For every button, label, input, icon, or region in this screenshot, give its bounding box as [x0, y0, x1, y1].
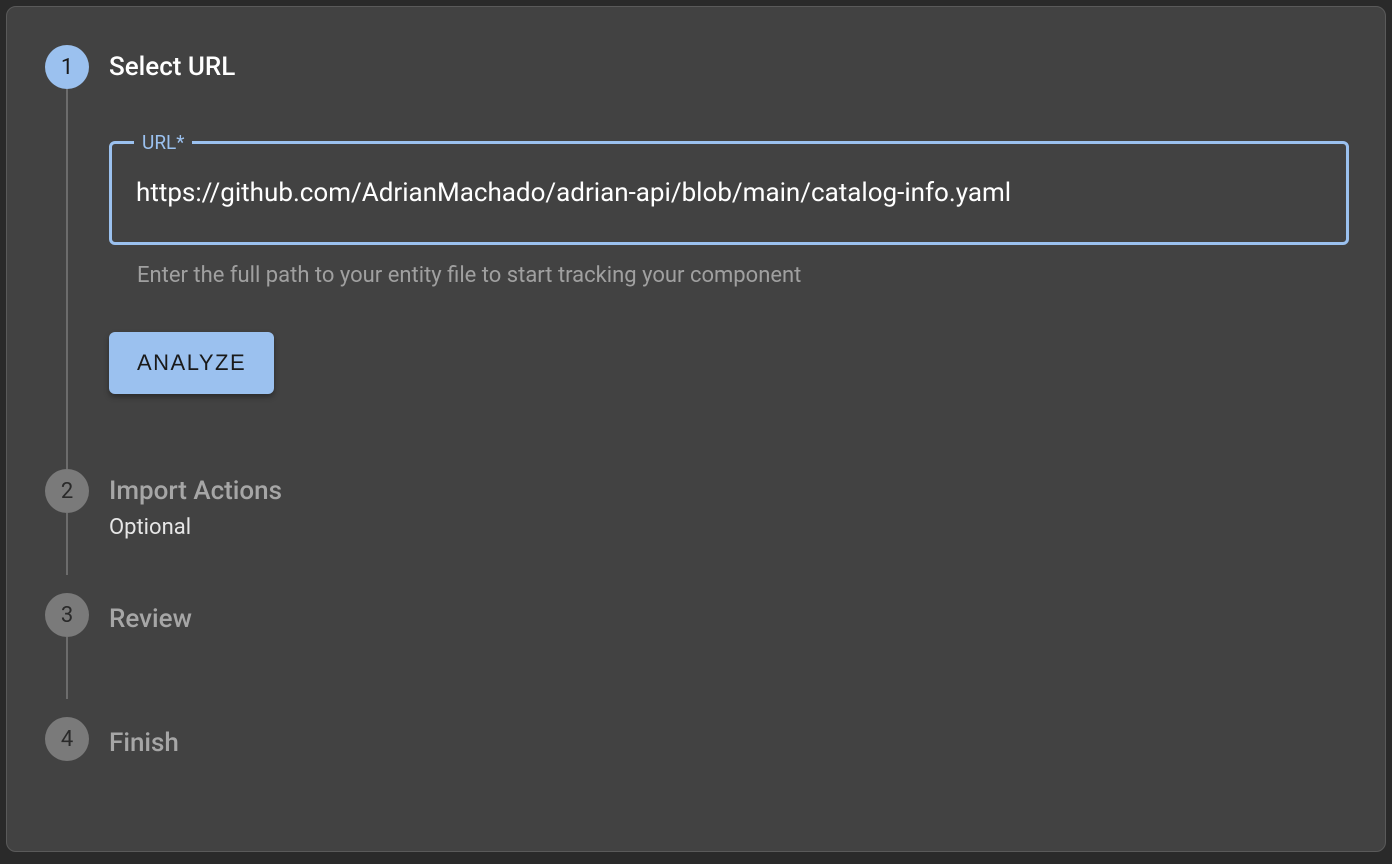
step-connector	[66, 89, 68, 469]
step-2-title: Import Actions	[109, 473, 1349, 509]
step-1-body: Select URL URL* Enter the full path to y…	[91, 45, 1349, 442]
step-2-circle: 2	[45, 469, 89, 513]
step-indicator-column: 4	[43, 717, 91, 761]
wizard-panel: 1 Select URL URL* Enter the full path to…	[6, 6, 1386, 852]
url-field-label: URL*	[134, 131, 192, 154]
step-indicator-column: 1	[43, 45, 91, 469]
url-helper-text: Enter the full path to your entity file …	[109, 263, 1349, 288]
url-input[interactable]	[112, 144, 1346, 242]
analyze-button[interactable]: ANALYZE	[109, 332, 274, 394]
step-finish: 4 Finish	[43, 717, 1349, 761]
step-3-title: Review	[109, 601, 1349, 637]
step-1-circle: 1	[45, 45, 89, 89]
step-2-subtitle: Optional	[109, 515, 1349, 540]
step-3-circle: 3	[45, 593, 89, 637]
url-input-wrap: URL*	[109, 141, 1349, 245]
step-3-body: Review	[91, 593, 1349, 637]
step-4-circle: 4	[45, 717, 89, 761]
step-connector	[66, 513, 68, 575]
step-4-title: Finish	[109, 725, 1349, 761]
step-1-title: Select URL	[109, 49, 1349, 85]
stepper: 1 Select URL URL* Enter the full path to…	[43, 45, 1349, 761]
step-review: 3 Review	[43, 593, 1349, 699]
step-2-body: Import Actions Optional	[91, 469, 1349, 540]
step-indicator-column: 3	[43, 593, 91, 699]
step-4-body: Finish	[91, 717, 1349, 761]
step-indicator-column: 2	[43, 469, 91, 575]
step-select-url: 1 Select URL URL* Enter the full path to…	[43, 45, 1349, 469]
step-import-actions: 2 Import Actions Optional	[43, 469, 1349, 575]
step-1-content: URL* Enter the full path to your entity …	[109, 85, 1349, 442]
step-connector	[66, 637, 68, 699]
